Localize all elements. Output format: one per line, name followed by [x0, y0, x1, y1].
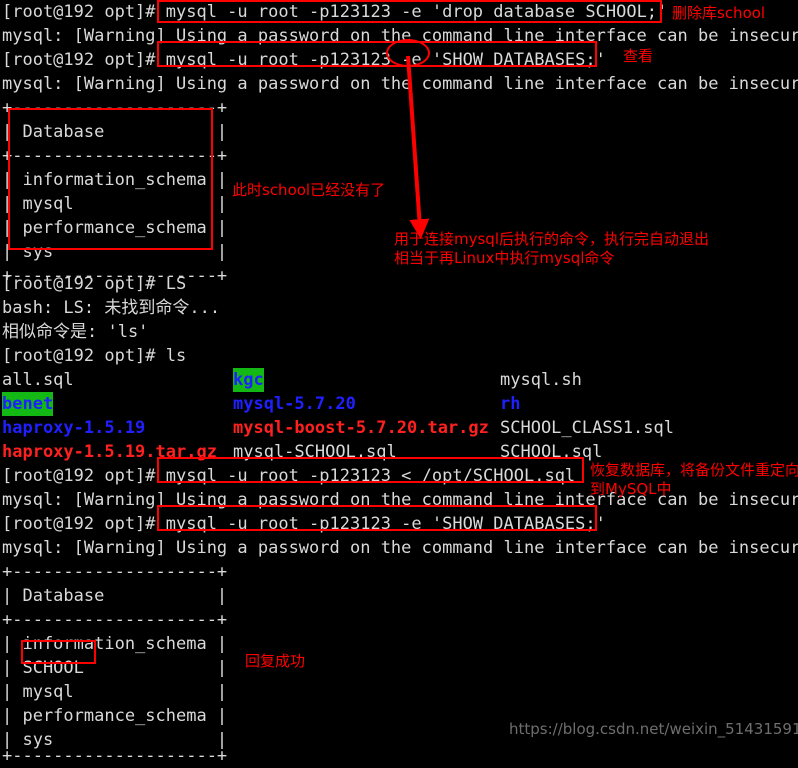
annotation-note-view: 查看 — [623, 47, 654, 65]
terminal-line: mysql: [Warning] Using a password on the… — [2, 488, 798, 512]
terminal-line: | mysql | — [2, 680, 227, 704]
ls-entry: SCHOOL_CLASS1.sql — [500, 418, 674, 438]
terminal-text-segment: | sys | — [2, 242, 228, 262]
annotation-note-restore-db-line1: 恢复数据库，将备份文件重定向 — [590, 461, 798, 479]
terminal-line: mysql: [Warning] Using a password on the… — [2, 24, 798, 48]
terminal-line: bash: LS: 未找到命令... — [2, 296, 220, 320]
terminal-line: +--------------------+ — [2, 560, 227, 584]
ls-entry: rh — [500, 394, 521, 414]
terminal-text-segment: mysql: [Warning] Using a password on the… — [2, 538, 798, 558]
terminal-text-segment: | SCHOOL | — [2, 658, 228, 678]
terminal-line: | information_schema | — [2, 632, 227, 656]
terminal-line: +--------------------+ — [2, 608, 227, 632]
ls-entry: kgc — [233, 368, 264, 392]
terminal-line: +--------------------+ — [2, 96, 227, 120]
terminal-text-segment: mysql -u root -p123123 -e 'drop database… — [165, 2, 668, 22]
terminal-line: mysql: [Warning] Using a password on the… — [2, 536, 798, 560]
terminal-line: [root@192 opt]# ls — [2, 344, 186, 368]
terminal-line: [root@192 opt]# mysql -u root -p123123 <… — [2, 464, 575, 488]
ls-entry: benet — [2, 392, 54, 416]
terminal-text-segment: bash: LS: 未找到命令... — [2, 298, 221, 318]
terminal-line: | Database | — [2, 584, 227, 608]
ls-entry: all.sql — [2, 370, 74, 390]
terminal-line: | information_schema | — [2, 168, 227, 192]
terminal-text-segment: [root@192 opt]# ls — [2, 346, 187, 366]
terminal-line: mysql: [Warning] Using a password on the… — [2, 72, 798, 96]
ls-entry: SCHOOL.sql — [500, 442, 603, 462]
terminal-line: | SCHOOL | — [2, 656, 227, 680]
ls-entry: haproxy-1.5.19.tar.gz — [2, 442, 217, 462]
ls-entry: haproxy-1.5.19 — [2, 418, 146, 438]
terminal-text-segment: | information_schema | — [2, 170, 228, 190]
terminal-text-segment: [root@192 opt]# — [2, 514, 166, 534]
terminal-text-segment: | performance_schema | — [2, 706, 228, 726]
ls-entry: mysql.sh — [500, 370, 582, 390]
ls-entry: mysql-boost-5.7.20.tar.gz — [233, 418, 489, 438]
terminal-text-segment: mysql -u root -p123123 -e 'SHOW DATABASE… — [165, 514, 606, 534]
terminal-text-segment: +--------------------+ — [2, 98, 228, 118]
terminal-text-segment: | performance_schema | — [2, 218, 228, 238]
terminal-text-segment: mysql -u root -p123123 < /opt/SCHOOL.sql — [165, 466, 576, 486]
terminal-line: | sys | — [2, 240, 227, 264]
terminal-text-segment: | Database | — [2, 586, 228, 606]
terminal-line: | mysql | — [2, 192, 227, 216]
terminal-line: 相似命令是: 'ls' — [2, 320, 148, 344]
terminal-text-segment: +--------------------+ — [2, 146, 228, 166]
terminal-line: +--------------------+ — [2, 144, 227, 168]
terminal-text-segment: | mysql | — [2, 194, 228, 214]
terminal-text-segment: +--------------------+ — [2, 562, 228, 582]
terminal-text-segment: [root@192 opt]# LS — [2, 274, 187, 294]
ls-entry: mysql-5.7.20 — [233, 394, 356, 414]
terminal-line: [root@192 opt]# mysql -u root -p123123 -… — [2, 0, 667, 24]
terminal-text-segment: 相似命令是: 'ls' — [2, 322, 149, 342]
terminal-line: | performance_schema | — [2, 704, 227, 728]
terminal-line: | Database | — [2, 120, 227, 144]
terminal-text-segment: | mysql | — [2, 682, 228, 702]
terminal-text-segment: [root@192 opt]# — [2, 2, 166, 22]
terminal-text-segment: mysql: [Warning] Using a password on the… — [2, 490, 798, 510]
annotation-note-delete-school-db: 删除库school — [672, 4, 766, 22]
annotation-note-restore-db-line2: 到MySQL中 — [590, 480, 672, 498]
terminal-line: [root@192 opt]# mysql -u root -p123123 -… — [2, 512, 606, 536]
terminal-text-segment: [root@192 opt]# — [2, 466, 166, 486]
annotation-note-e-flag-explain-line2: 相当于再Linux中执行mysql命令 — [394, 249, 615, 267]
terminal-text-segment: [root@192 opt]# — [2, 50, 166, 70]
terminal-text-segment: +--------------------+ — [2, 610, 228, 630]
terminal-text-segment: mysql: [Warning] Using a password on the… — [2, 74, 798, 94]
terminal-line: [root@192 opt]# LS — [2, 272, 186, 296]
terminal-line: [root@192 opt]# mysql -u root -p123123 -… — [2, 48, 606, 72]
ls-entry: mysql-SCHOOL.sql — [233, 442, 397, 462]
terminal-window[interactable]: [root@192 opt]# mysql -u root -p123123 -… — [0, 0, 798, 766]
annotation-note-restore-success: 回复成功 — [245, 652, 306, 670]
annotation-note-school-gone: 此时school已经没有了 — [232, 181, 386, 199]
terminal-line: | performance_schema | — [2, 216, 227, 240]
terminal-text-segment: | Database | — [2, 122, 228, 142]
terminal-line: +--------------------+ — [2, 744, 227, 768]
terminal-text-segment: | information_schema | — [2, 634, 228, 654]
terminal-text-segment: mysql -u root -p123123 -e 'SHOW DATABASE… — [165, 50, 606, 70]
annotation-note-e-flag-explain-line1: 用于连接mysql后执行的命令，执行完自动退出 — [394, 230, 709, 248]
terminal-text-segment: +--------------------+ — [2, 746, 228, 766]
watermark-url: https://blog.csdn.net/weixin_51431591 — [509, 720, 798, 738]
terminal-text-segment: mysql: [Warning] Using a password on the… — [2, 26, 798, 46]
